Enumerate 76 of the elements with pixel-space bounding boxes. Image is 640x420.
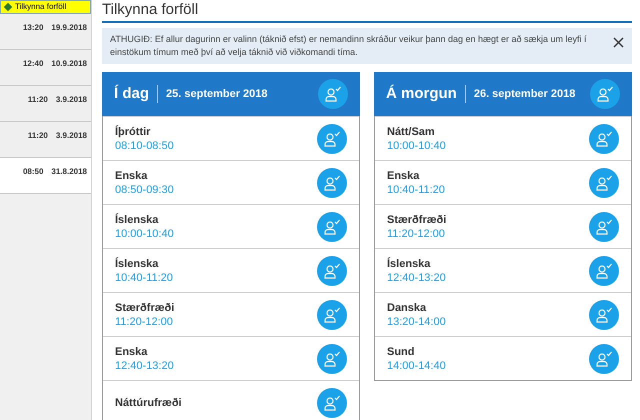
person-check-icon — [323, 130, 341, 148]
report-absence-button[interactable] — [317, 168, 347, 198]
person-check-icon — [595, 262, 613, 280]
day-date: 26. september 2018 — [474, 86, 576, 102]
entry-date: 10.9.2018 — [51, 58, 87, 70]
report-absence-button[interactable] — [589, 256, 619, 286]
class-subject: Sund — [387, 344, 416, 358]
person-check-icon — [324, 85, 342, 103]
class-subject: Íslenska — [115, 212, 160, 226]
person-check-icon — [323, 262, 341, 280]
report-absence-button[interactable] — [317, 300, 347, 330]
entry-time: 11:20 — [28, 94, 48, 106]
person-check-icon — [323, 174, 341, 192]
class-time: 10:00-10:40 — [387, 138, 447, 152]
report-absence-button[interactable] — [317, 124, 347, 154]
person-check-icon — [323, 306, 341, 324]
class-subject: Stærðfræði — [387, 212, 448, 226]
class-time: 10:40-11:20 — [387, 182, 446, 196]
entry-time: 13:20 — [22, 22, 44, 34]
class-subject: Danska — [387, 300, 428, 314]
report-absence-button[interactable] — [589, 300, 619, 330]
person-check-icon — [595, 350, 613, 368]
report-absence-button[interactable] — [317, 388, 347, 418]
sidebar-entry[interactable]: 08:50 31.8.2018 — [0, 158, 91, 194]
report-absence-button[interactable] — [317, 212, 347, 242]
class-time: 10:40-11:20 — [115, 270, 174, 284]
class-subject: Enska — [387, 168, 420, 182]
report-absence-button[interactable] — [318, 79, 348, 109]
class-subject: Náttúrufræði — [115, 396, 183, 410]
class-subject: Íþróttir — [115, 124, 152, 138]
entry-time: 11:20 — [28, 130, 48, 142]
class-time: 14:00-14:40 — [387, 358, 447, 372]
class-subject: Enska — [115, 344, 148, 358]
report-absence-button[interactable] — [317, 256, 347, 286]
person-check-icon — [595, 174, 613, 192]
day-date: 25. september 2018 — [166, 86, 269, 102]
class-time: 12:40-13:20 — [115, 358, 175, 372]
person-check-icon — [595, 306, 613, 324]
class-time: 11:20-12:00 — [387, 226, 446, 240]
person-check-icon — [323, 350, 341, 368]
sidebar-active-label: Tilkynna forföll — [15, 1, 66, 13]
entry-date: 3.9.2018 — [56, 130, 87, 142]
person-check-icon — [595, 218, 613, 236]
class-time: 11:20-12:00 — [115, 314, 174, 328]
class-time: 12:40-13:20 — [387, 270, 447, 284]
report-absence-button[interactable] — [589, 168, 619, 198]
person-check-icon — [323, 218, 341, 236]
person-check-icon — [323, 394, 341, 412]
entry-time: 12:40 — [22, 58, 44, 70]
day-label: Á morgun — [386, 84, 457, 104]
sidebar-active-item[interactable]: Tilkynna forföll — [0, 0, 91, 14]
notice-text: ATHUGIÐ: Ef allur dagurinn er valinn (táknið efst) er nemandinn skráður veikur þann dag en hægt er að sækja um leyfi í einstökum tímum með því að velja táknið við viðkomandi tíma. — [110, 33, 588, 59]
class-subject: Nátt/Sam — [387, 124, 436, 138]
close-icon — [613, 37, 624, 48]
report-absence-button[interactable] — [589, 212, 619, 242]
class-subject: Íslenska — [387, 256, 432, 270]
day-label: Í dag — [114, 84, 150, 104]
entry-date: 19.9.2018 — [51, 22, 87, 34]
page-title: Tilkynna forföll — [102, 0, 632, 23]
class-subject: Stærðfræði — [115, 300, 176, 314]
class-time: 08:50-09:30 — [115, 182, 175, 196]
entry-time: 08:50 — [22, 166, 44, 178]
class-time: 13:20-14:00 — [387, 314, 447, 328]
entry-date: 31.8.2018 — [51, 166, 87, 178]
person-check-icon — [596, 85, 614, 103]
class-time: 10:00-10:40 — [115, 226, 175, 240]
class-time: 08:10-08:50 — [115, 138, 175, 152]
entry-date: 3.9.2018 — [56, 94, 87, 106]
class-subject: Enska — [115, 168, 148, 182]
report-absence-button[interactable] — [590, 79, 620, 109]
report-absence-button[interactable] — [589, 124, 619, 154]
person-check-icon — [595, 130, 613, 148]
report-absence-button[interactable] — [317, 344, 347, 374]
report-absence-button[interactable] — [589, 344, 619, 374]
close-button[interactable] — [613, 37, 624, 48]
class-subject: Íslenska — [115, 256, 160, 270]
